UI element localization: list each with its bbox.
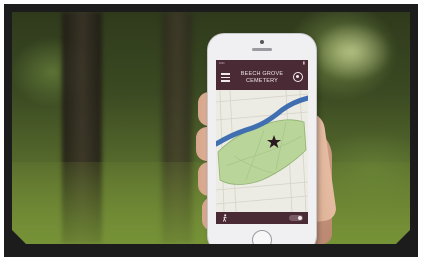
map-canvas xyxy=(216,89,308,213)
hamburger-menu-icon[interactable] xyxy=(221,73,230,82)
app-header: BEECH GROVE CEMETERY xyxy=(216,66,308,90)
cemetery-area xyxy=(217,119,307,185)
toggle-switch-icon[interactable] xyxy=(289,215,303,221)
frame-corner xyxy=(12,230,26,244)
compass-icon[interactable] xyxy=(293,72,303,82)
app-title: BEECH GROVE CEMETERY xyxy=(236,71,288,85)
walking-person-icon[interactable] xyxy=(221,214,229,222)
app-title-line2: CEMETERY xyxy=(245,78,279,84)
smartphone: •••• ▮ BEECH GROVE CEMETERY xyxy=(208,34,316,244)
image-frame: •••• ▮ BEECH GROVE CEMETERY xyxy=(4,4,418,257)
phone-screen: •••• ▮ BEECH GROVE CEMETERY xyxy=(216,60,308,224)
app-title-line1: BEECH GROVE xyxy=(240,71,284,77)
frame-corner xyxy=(396,230,410,244)
photo-background: •••• ▮ BEECH GROVE CEMETERY xyxy=(12,12,410,244)
bottom-toolbar xyxy=(216,212,308,224)
earpiece-speaker xyxy=(252,48,272,51)
home-button[interactable] xyxy=(252,230,272,244)
sunlit-foliage xyxy=(312,22,392,82)
front-camera xyxy=(260,40,264,44)
map-view[interactable] xyxy=(216,89,308,213)
